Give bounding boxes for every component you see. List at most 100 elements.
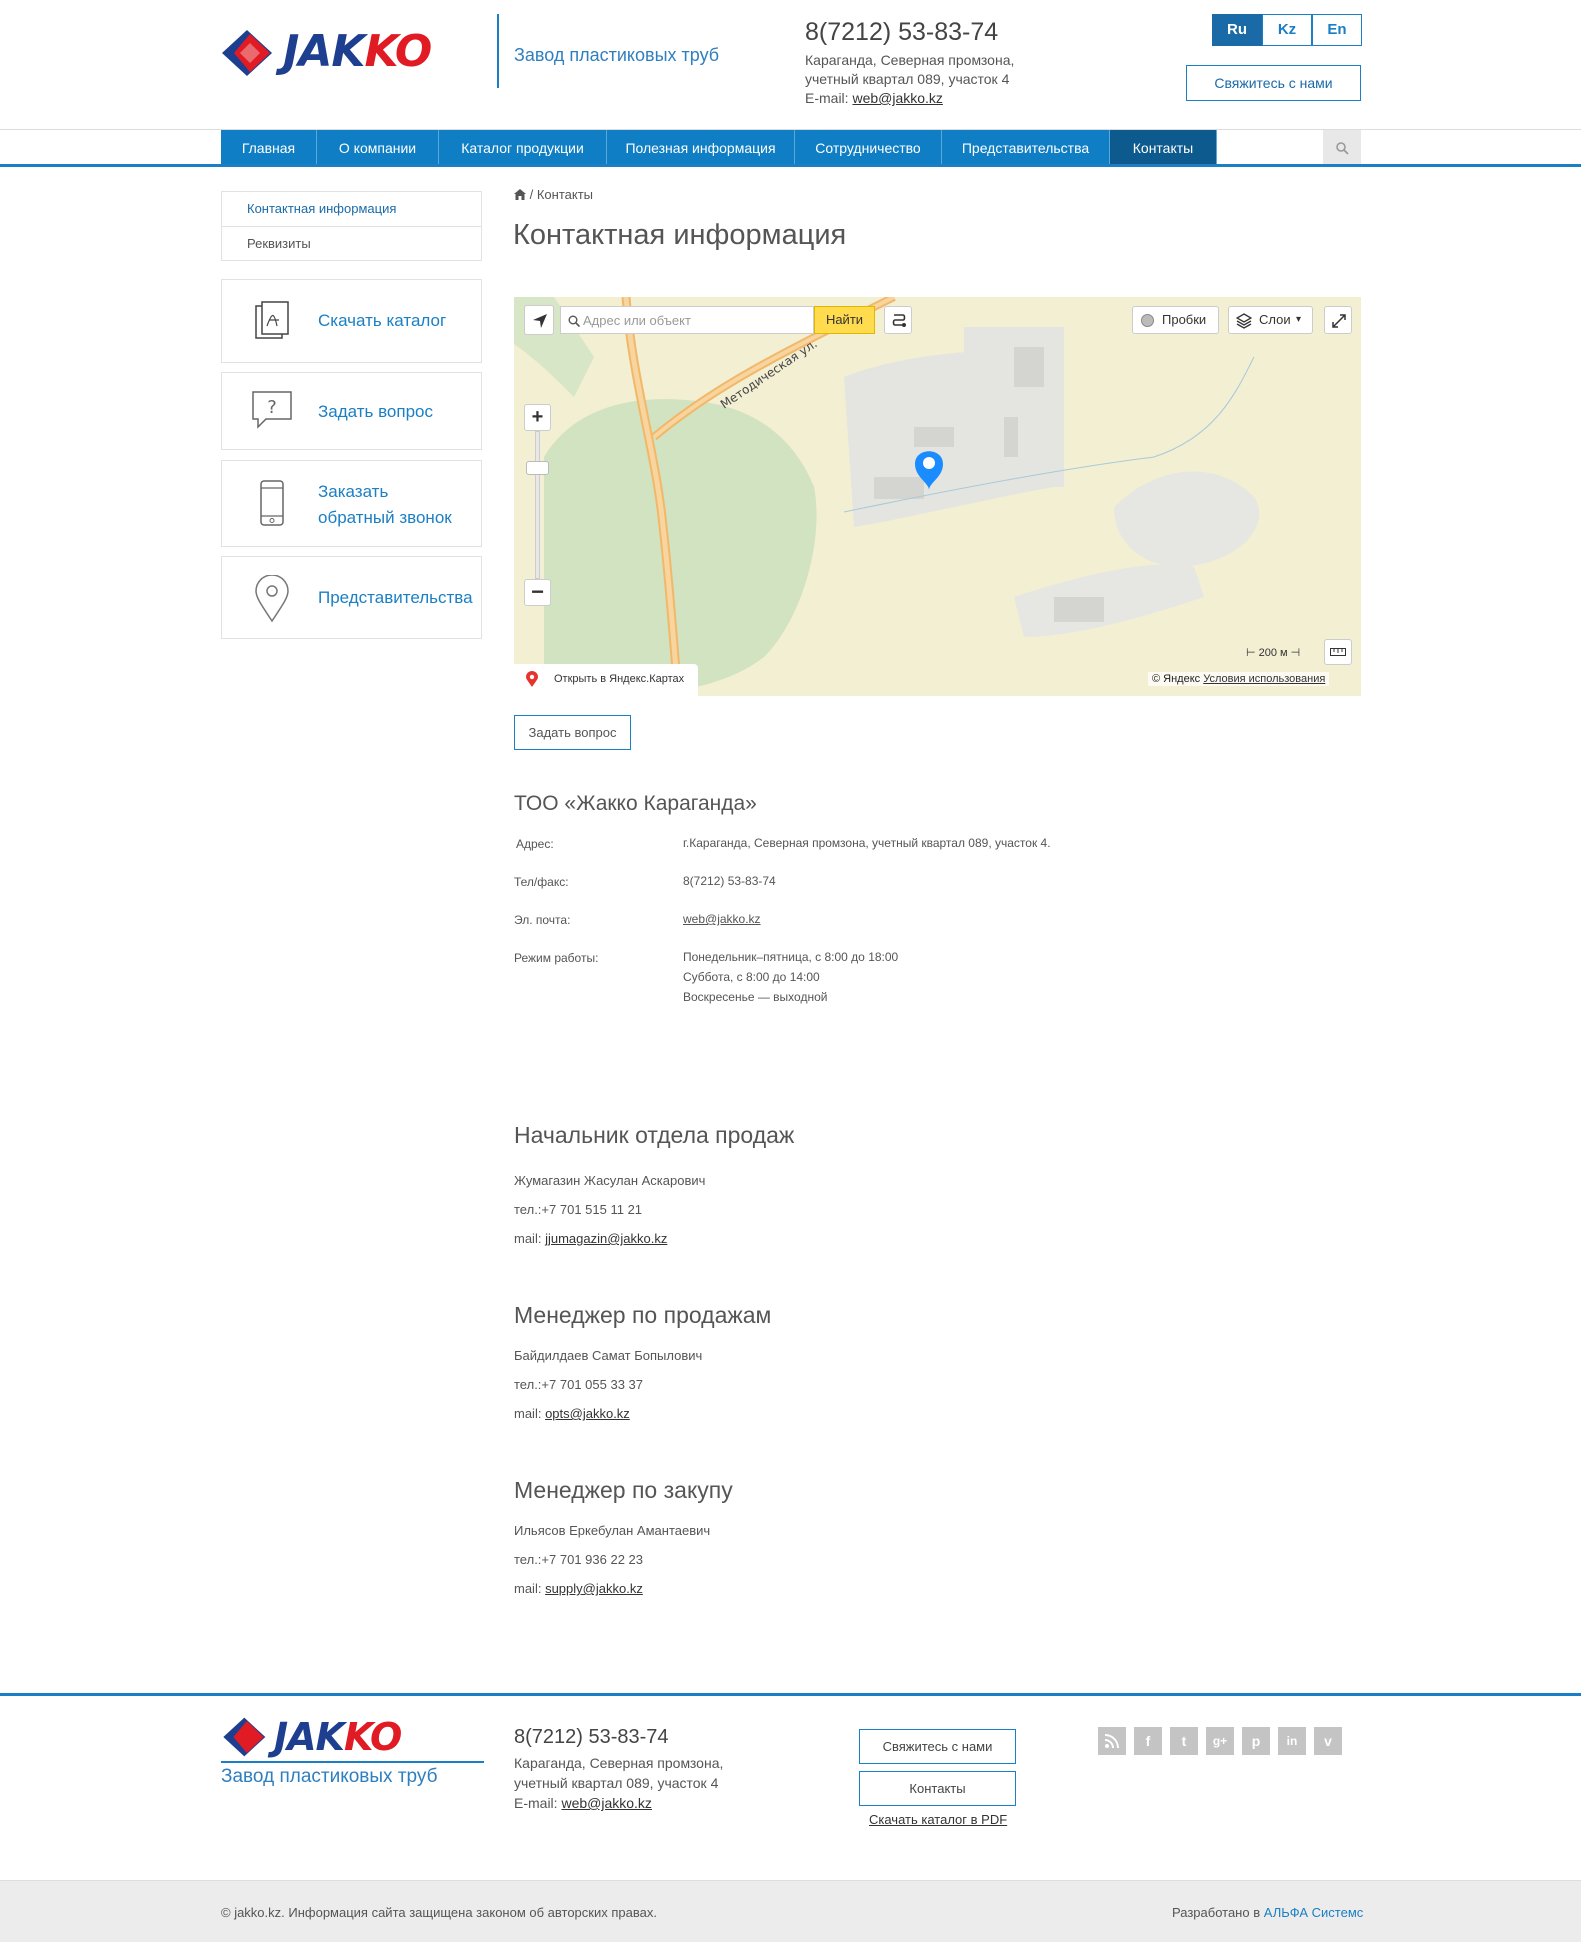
logo-text-left: JAK — [274, 1715, 345, 1759]
map-zoom-handle[interactable] — [526, 461, 549, 475]
download-pdf-link[interactable]: Скачать каталог в PDF — [869, 1812, 1007, 1827]
vimeo-icon[interactable]: v — [1314, 1727, 1342, 1755]
callback-label: Заказать обратный звонок — [318, 479, 452, 531]
download-catalog-card[interactable]: Скачать каталог — [221, 279, 482, 363]
header-email-link[interactable]: web@jakko.kz — [852, 90, 942, 106]
map-copyright: © Яндекс Условия использования — [1148, 672, 1330, 686]
map-canvas[interactable]: Методическая ул. — [514, 297, 1361, 696]
nav-item-home[interactable]: Главная — [221, 130, 317, 166]
contact-title-sales-manager: Менеджер по продажам — [514, 1302, 772, 1328]
contact-mail-link[interactable]: opts@jakko.kz — [545, 1406, 630, 1421]
tel-label: тел.: — [514, 1552, 542, 1567]
map-fullscreen-button[interactable] — [1324, 306, 1352, 334]
twitter-icon[interactable]: t — [1170, 1727, 1198, 1755]
map-traffic-button[interactable]: Пробки — [1132, 306, 1219, 334]
phone-value: 8(7212) 53-83-74 — [683, 874, 776, 888]
footer-contacts-button[interactable]: Контакты — [859, 1771, 1016, 1806]
rss-icon[interactable] — [1098, 1727, 1126, 1755]
page-title: Контактная информация — [513, 219, 847, 251]
ask-question-card[interactable]: ? Задать вопрос — [221, 372, 482, 450]
google-plus-icon[interactable]: g+ — [1206, 1727, 1234, 1755]
contact-mail: mail: supply@jakko.kz — [514, 1581, 643, 1596]
hours-line-3: Воскресенье — выходной — [683, 990, 828, 1004]
mail-label: mail: — [514, 1581, 542, 1596]
yandex-map[interactable]: Методическая ул. Адрес или объект Найти … — [514, 297, 1361, 696]
map-copyright-text: © Яндекс — [1152, 673, 1201, 685]
ask-question-label: Задать вопрос — [318, 402, 433, 421]
sidebar-item-requisites[interactable]: Реквизиты — [222, 226, 481, 260]
footer-logo[interactable]: JAKKO — [221, 1714, 441, 1760]
nav-item-contacts[interactable]: Контакты — [1110, 130, 1217, 166]
contact-phone: тел.:+7 701 515 11 21 — [514, 1202, 642, 1217]
map-locate-button[interactable] — [524, 305, 554, 335]
contact-mail-link[interactable]: supply@jakko.kz — [545, 1581, 643, 1596]
contact-mail: mail: jjumagazin@jakko.kz — [514, 1231, 667, 1246]
svg-text:?: ? — [267, 397, 277, 418]
mail-label: mail: — [514, 1406, 542, 1421]
facebook-icon[interactable]: f — [1134, 1727, 1162, 1755]
email-label: E-mail: — [805, 90, 849, 106]
contact-name: Жумагазин Жасулан Аскарович — [514, 1173, 706, 1188]
location-arrow-icon — [533, 314, 547, 328]
map-traffic-label: Пробки — [1162, 312, 1207, 327]
nav-item-catalog[interactable]: Каталог продукции — [439, 130, 607, 166]
logo-diamond-icon — [223, 1717, 266, 1757]
map-scale: ⊢ 200 м ⊣ — [1246, 647, 1301, 659]
main-nav: Главная О компании Каталог продукции Пол… — [221, 130, 1217, 166]
callback-card[interactable]: Заказать обратный звонок — [221, 460, 482, 547]
lang-kz-button[interactable]: Kz — [1262, 14, 1312, 46]
ruler-icon — [1330, 648, 1346, 656]
offices-card[interactable]: Представительства — [221, 556, 482, 639]
header-address: Караганда, Северная промзона, учетный кв… — [805, 51, 1014, 108]
tel-label: тел.: — [514, 1202, 542, 1217]
nav-item-cooperation[interactable]: Сотрудничество — [795, 130, 942, 166]
lang-ru-button[interactable]: Ru — [1212, 14, 1262, 46]
tel-value: +7 701 055 33 37 — [541, 1377, 643, 1392]
map-ruler-button[interactable] — [1324, 639, 1352, 665]
breadcrumb-current: Контакты — [536, 187, 594, 202]
map-zoom-track[interactable] — [535, 431, 540, 579]
pinterest-icon[interactable]: p — [1242, 1727, 1270, 1755]
map-layers-button[interactable]: Слои ▾ — [1228, 306, 1313, 334]
map-find-button[interactable]: Найти — [814, 306, 875, 334]
map-layers-label: Слои — [1259, 312, 1291, 327]
search-button[interactable] — [1323, 130, 1361, 165]
map-open-yandex-link[interactable]: Открыть в Яндекс.Картах — [514, 664, 698, 696]
map-search-icon — [568, 315, 580, 327]
address-label: Адрес: — [516, 837, 554, 851]
map-search-field[interactable]: Адрес или объект — [560, 306, 814, 334]
breadcrumb-separator: / — [529, 187, 537, 202]
map-terms-link[interactable]: Условия использования — [1203, 673, 1325, 685]
email-label: Эл. почта: — [514, 913, 571, 927]
site-tagline: Завод пластиковых труб — [514, 45, 720, 65]
ask-question-button[interactable]: Задать вопрос — [514, 715, 631, 750]
site-logo[interactable]: JAKKO — [220, 22, 475, 84]
address-value: г.Караганда, Северная промзона, учетный … — [683, 836, 1051, 850]
mail-label: mail: — [514, 1231, 542, 1246]
nav-item-about[interactable]: О компании — [317, 130, 439, 166]
nav-item-offices[interactable]: Представительства — [942, 130, 1110, 166]
sidebar-item-contact-info[interactable]: Контактная информация — [222, 192, 481, 226]
route-icon — [892, 314, 906, 327]
contact-mail-link[interactable]: jjumagazin@jakko.kz — [545, 1231, 667, 1246]
contact-us-button[interactable]: Свяжитесь с нами — [1186, 65, 1361, 101]
map-route-button[interactable] — [884, 306, 912, 334]
company-email-link[interactable]: web@jakko.kz — [683, 909, 761, 929]
contact-title-purchasing-manager: Менеджер по закупу — [514, 1477, 733, 1503]
company-title: ТОО «Жакко Караганда» — [514, 792, 757, 815]
home-icon[interactable] — [514, 189, 526, 200]
logo-text-right: KO — [344, 1715, 402, 1759]
nav-item-useful-info[interactable]: Полезная информация — [607, 130, 795, 166]
callback-label-line-2: обратный звонок — [318, 508, 452, 527]
footer-email-label: E-mail: — [514, 1795, 558, 1811]
map-zoom-out-button[interactable]: − — [524, 579, 551, 606]
map-zoom-in-button[interactable]: + — [524, 404, 551, 431]
footer-contact-us-button[interactable]: Свяжитесь с нами — [859, 1729, 1016, 1764]
lang-en-button[interactable]: En — [1312, 14, 1362, 46]
contact-name: Байдилдаев Самат Бопылович — [514, 1348, 703, 1363]
sidebar-menu: Контактная информация Реквизиты — [221, 191, 482, 261]
footer-email-link[interactable]: web@jakko.kz — [561, 1795, 651, 1811]
developer-link[interactable]: АЛЬФА Системс — [1264, 1905, 1364, 1920]
footer-phone: 8(7212) 53-83-74 — [514, 1726, 669, 1748]
linkedin-icon[interactable]: in — [1278, 1727, 1306, 1755]
